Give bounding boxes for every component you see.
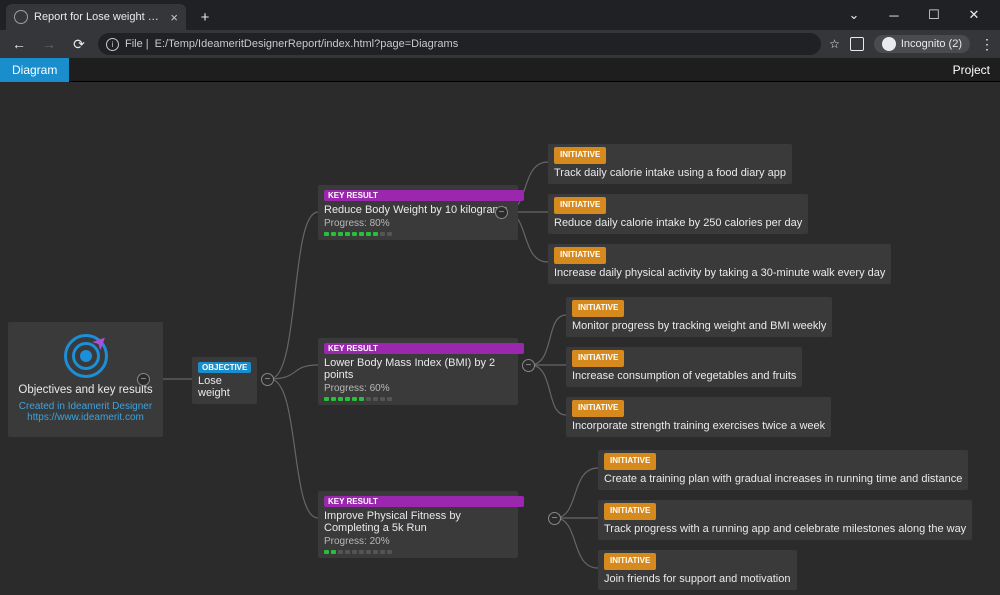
initiative-badge: INITIATIVE [604,453,656,470]
collapse-toggle[interactable]: − [261,373,274,386]
close-window-icon[interactable]: ✕ [954,1,994,29]
initiative-badge: INITIATIVE [604,553,656,570]
initiative-badge: INITIATIVE [554,147,606,164]
tab-title: Report for Lose weight made in [34,11,164,23]
collapse-toggle[interactable]: − [495,206,508,219]
initiative-node[interactable]: INITIATIVE Incorporate strength training… [566,397,831,437]
progress-label: Progress: 60% [324,383,512,394]
initiative-title: Track progress with a running app and ce… [604,523,966,535]
initiative-node[interactable]: INITIATIVE Track daily calorie intake us… [548,144,792,184]
incognito-badge[interactable]: Incognito (2) [874,35,970,53]
url-prefix: File | [125,38,149,50]
initiative-title: Create a training plan with gradual incr… [604,473,962,485]
collapse-toggle[interactable]: − [548,512,561,525]
initiative-node[interactable]: INITIATIVE Track progress with a running… [598,500,972,540]
collapse-toggle[interactable]: − [522,359,535,372]
new-tab-button[interactable]: + [192,4,218,30]
info-icon: i [106,38,119,51]
initiative-node[interactable]: INITIATIVE Reduce daily calorie intake b… [548,194,808,234]
initiative-title: Track daily calorie intake using a food … [554,167,786,179]
key-result-badge: KEY RESULT [324,496,524,507]
browser-tabbar: Report for Lose weight made in × + ⌄ ─ ☐… [0,0,1000,30]
initiative-title: Reduce daily calorie intake by 250 calor… [554,217,802,229]
menu-icon[interactable]: ⋮ [980,36,992,53]
target-icon: ➤ [64,334,108,378]
root-subtitle: Created in Ideamerit Designer [14,401,157,412]
app-header: Diagram Project [0,58,1000,82]
initiative-title: Increase consumption of vegetables and f… [572,370,796,382]
diagram-canvas[interactable]: ➤ Objectives and key results Created in … [0,82,1000,595]
key-result-badge: KEY RESULT [324,190,524,201]
objective-node[interactable]: OBJECTIVE Lose weight [192,357,257,404]
initiative-badge: INITIATIVE [572,300,624,317]
initiative-node[interactable]: INITIATIVE Increase daily physical activ… [548,244,891,284]
initiative-title: Incorporate strength training exercises … [572,420,825,432]
initiative-badge: INITIATIVE [572,350,624,367]
reload-button[interactable]: ⟳ [68,33,90,55]
initiative-node[interactable]: INITIATIVE Monitor progress by tracking … [566,297,832,337]
maximize-icon[interactable]: ☐ [914,1,954,29]
key-result-title: Improve Physical Fitness by Completing a… [324,510,512,534]
initiative-title: Monitor progress by tracking weight and … [572,320,826,332]
close-icon[interactable]: × [170,10,178,25]
initiative-badge: INITIATIVE [604,503,656,520]
globe-icon [14,10,28,24]
key-result-node[interactable]: KEY RESULT Reduce Body Weight by 10 kilo… [318,185,518,240]
progress-label: Progress: 80% [324,218,512,229]
minimize-icon[interactable]: ─ [874,1,914,29]
tab-project[interactable]: Project [953,63,990,77]
initiative-node[interactable]: INITIATIVE Increase consumption of veget… [566,347,802,387]
incognito-icon [882,37,896,51]
tab-diagram[interactable]: Diagram [0,58,69,82]
key-result-node[interactable]: KEY RESULT Improve Physical Fitness by C… [318,491,518,558]
url-bar[interactable]: i File | E:/Temp/IdeameritDesignerReport… [98,33,821,55]
incognito-label: Incognito (2) [901,38,962,50]
progress-bar [324,397,512,401]
browser-tab[interactable]: Report for Lose weight made in × [6,4,186,30]
key-result-title: Lower Body Mass Index (BMI) by 2 points [324,357,512,381]
initiative-title: Join friends for support and motivation [604,573,791,585]
initiative-title: Increase daily physical activity by taki… [554,267,885,279]
root-title: Objectives and key results [14,384,157,396]
objective-badge: OBJECTIVE [198,362,251,373]
initiative-badge: INITIATIVE [554,197,606,214]
initiative-node[interactable]: INITIATIVE Create a training plan with g… [598,450,968,490]
initiative-node[interactable]: INITIATIVE Join friends for support and … [598,550,797,590]
window-controls: ⌄ ─ ☐ ✕ [834,1,994,29]
root-link[interactable]: https://www.ideamerit.com [14,412,157,423]
progress-label: Progress: 20% [324,536,512,547]
initiative-badge: INITIATIVE [572,400,624,417]
key-result-title: Reduce Body Weight by 10 kilograms [324,204,512,216]
key-result-badge: KEY RESULT [324,343,524,354]
extensions-icon[interactable] [850,37,864,51]
initiative-badge: INITIATIVE [554,247,606,264]
forward-button[interactable]: → [38,33,60,55]
url-text: E:/Temp/IdeameritDesignerReport/index.ht… [155,38,459,50]
progress-bar [324,550,512,554]
objective-title: Lose weight [198,375,251,399]
back-button[interactable]: ← [8,33,30,55]
key-result-node[interactable]: KEY RESULT Lower Body Mass Index (BMI) b… [318,338,518,405]
progress-bar [324,232,512,236]
star-icon[interactable]: ☆ [829,37,840,51]
collapse-toggle[interactable]: − [137,373,150,386]
browser-toolbar: ← → ⟳ i File | E:/Temp/IdeameritDesigner… [0,30,1000,58]
chevron-down-icon[interactable]: ⌄ [834,1,874,29]
